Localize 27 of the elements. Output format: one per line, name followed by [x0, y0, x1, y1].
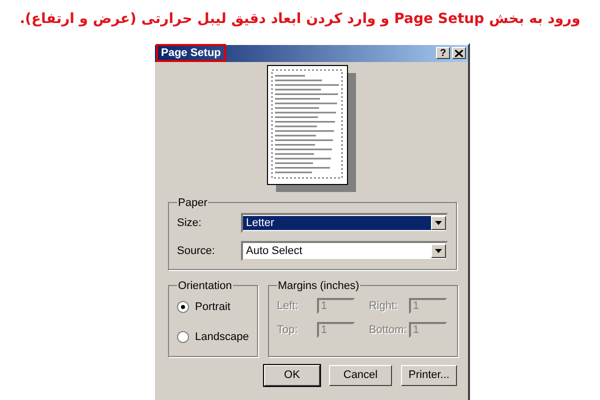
- field-label: Source:: [177, 244, 216, 257]
- caret-icon: [435, 220, 442, 225]
- caret-icon: [435, 248, 442, 253]
- dropdown-arrow-button[interactable]: [431, 244, 446, 258]
- dialog-button[interactable]: Cancel: [329, 364, 392, 386]
- window-title: Page Setup: [156, 44, 226, 62]
- radio-button[interactable]: [177, 330, 189, 343]
- dialog-button[interactable]: OK: [264, 364, 320, 386]
- help-button[interactable]: ?: [436, 47, 450, 60]
- group-label: Paper: [177, 196, 208, 209]
- radio-label: Landscape: [195, 330, 249, 343]
- dropdown[interactable]: Auto Select: [241, 240, 448, 261]
- dropdown[interactable]: Letter: [241, 212, 448, 233]
- dialog-button[interactable]: Printer...: [401, 364, 457, 386]
- close-button[interactable]: [452, 47, 466, 60]
- field-label: Left:: [276, 300, 300, 312]
- field-label: Top:: [276, 324, 299, 336]
- group-label: Margins (inches): [276, 280, 360, 292]
- dropdown-value: Letter: [243, 216, 431, 230]
- field-label: Size:: [177, 216, 202, 229]
- radio-label: Portrait: [195, 300, 230, 313]
- radio-button[interactable]: [177, 300, 189, 313]
- group-label: Orientation: [177, 280, 233, 292]
- field-label: Bottom:: [368, 324, 408, 336]
- caption: ورود به بخش Page Setup و وارد کردن ابعاد دقیق لیبل حرارتی (عرض و ارتفاع).: [20, 11, 580, 29]
- field-label: Right:: [368, 300, 399, 312]
- dropdown-arrow-button[interactable]: [431, 216, 446, 230]
